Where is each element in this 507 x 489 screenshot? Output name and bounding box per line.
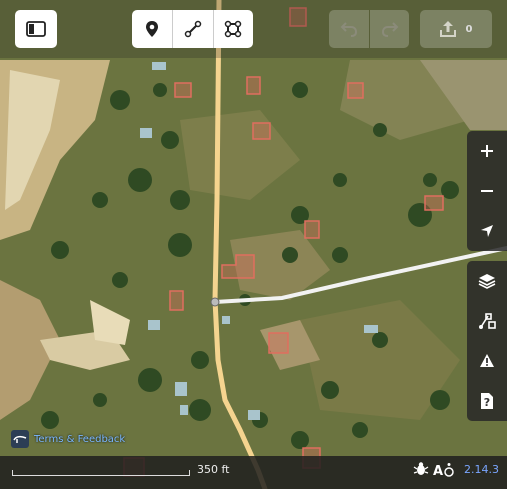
zoom-out-icon: [481, 190, 493, 192]
version-label[interactable]: 2.14.3: [464, 463, 499, 476]
line-icon: [184, 20, 202, 38]
geolocate-icon: [481, 225, 493, 237]
map-data-icon: [479, 313, 496, 329]
zoom-in-icon: [481, 145, 493, 157]
help-icon: ?: [481, 393, 493, 409]
scale-label: 350 ft: [197, 463, 230, 476]
feedback-icon: [11, 430, 29, 448]
save-count: 0: [465, 23, 473, 35]
geolocate-button[interactable]: [467, 211, 507, 251]
redo-button[interactable]: [370, 10, 409, 48]
bug-icon[interactable]: [413, 461, 429, 481]
point-icon: [146, 21, 158, 37]
issues-icon: [480, 354, 494, 367]
background-layers-button[interactable]: [467, 261, 507, 301]
add-point-button[interactable]: [133, 10, 171, 48]
add-line-button[interactable]: [173, 10, 213, 48]
terms-feedback-label: Terms & Feedback: [34, 433, 126, 445]
map-data-button[interactable]: [467, 301, 507, 341]
undo-icon: [340, 22, 358, 37]
accessibility-icon[interactable]: A: [433, 462, 455, 482]
add-area-button[interactable]: [214, 10, 252, 48]
zoom-out-button[interactable]: [467, 171, 507, 211]
scale-bar[interactable]: [12, 470, 190, 476]
upload-icon: [439, 21, 456, 37]
issues-button[interactable]: [467, 341, 507, 381]
undo-button[interactable]: [329, 10, 369, 48]
help-button[interactable]: ?: [467, 381, 507, 421]
redo-icon: [381, 22, 398, 37]
svg-text:A: A: [433, 464, 443, 478]
layers-icon: [478, 274, 496, 289]
sidebar-toggle-icon: [26, 21, 46, 37]
area-icon: [224, 20, 242, 38]
terms-feedback-link[interactable]: Terms & Feedback: [11, 430, 125, 448]
save-button[interactable]: 0: [420, 10, 492, 48]
map-canvas[interactable]: [0, 0, 507, 489]
sidebar-toggle-button[interactable]: [15, 10, 57, 48]
zoom-in-button[interactable]: [467, 131, 507, 171]
svg-text:?: ?: [484, 396, 490, 409]
